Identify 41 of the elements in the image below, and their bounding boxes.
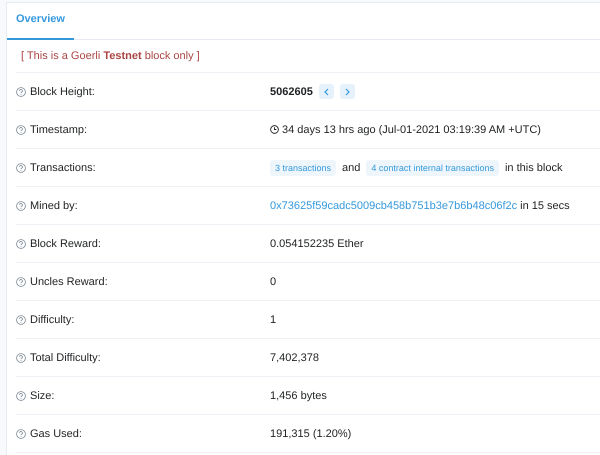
previous-block-button[interactable] xyxy=(318,84,334,99)
help-icon xyxy=(16,428,26,438)
mined-time-text: in 15 secs xyxy=(520,200,570,212)
field-label: Block Height: xyxy=(30,86,95,98)
field-value: 1,456 bytes xyxy=(270,390,327,402)
transactions-link[interactable]: 4 contract internal transactions xyxy=(366,160,499,176)
field-value: 7,402,378 xyxy=(270,352,319,364)
help-icon xyxy=(16,238,26,248)
help-icon xyxy=(16,314,26,324)
field-label: Mined by: xyxy=(30,200,78,212)
field-label: Total Difficulty: xyxy=(30,352,101,364)
field-label: Uncles Reward: xyxy=(30,276,108,288)
field-label: Transactions: xyxy=(30,162,96,174)
next-block-button[interactable] xyxy=(340,84,355,99)
field-value: 0.054152235 Ether xyxy=(270,238,364,250)
help-icon xyxy=(16,390,26,400)
field-label: Gas Used: xyxy=(30,428,82,440)
field-value: 0 xyxy=(270,276,276,288)
suffix-text: in this block xyxy=(504,162,562,174)
help-icon xyxy=(16,124,26,134)
testnet-notice: [ This is a Goerli Testnet block only ] xyxy=(16,40,600,73)
clock-icon xyxy=(270,125,279,134)
joiner-text: and xyxy=(342,162,360,174)
help-icon xyxy=(16,162,26,172)
help-icon xyxy=(16,86,26,96)
overview-tab[interactable]: Overview xyxy=(7,3,74,40)
chevron-right-icon xyxy=(344,88,351,96)
block-height-value: 5062605 xyxy=(270,86,313,98)
field-label: Difficulty: xyxy=(30,314,74,326)
field-value: 1 xyxy=(270,314,276,326)
field-label: Block Reward: xyxy=(30,238,101,250)
field-label: Timestamp: xyxy=(30,124,88,136)
field-label: Size: xyxy=(30,390,54,402)
help-icon xyxy=(16,352,26,362)
chevron-left-icon xyxy=(322,88,330,96)
timestamp-value: 34 days 13 hrs ago (Jul-01-2021 03:19:39 AM +UTC) xyxy=(282,124,541,136)
field-value: 191,315 (1.20%) xyxy=(270,428,352,440)
miner-address-link[interactable]: 0x73625f59cadc5009cb458b751b3e7b6b48c06f2c xyxy=(270,200,518,212)
transactions-link[interactable]: 3 transactions xyxy=(270,160,336,176)
help-icon xyxy=(16,200,26,210)
help-icon xyxy=(16,276,26,286)
